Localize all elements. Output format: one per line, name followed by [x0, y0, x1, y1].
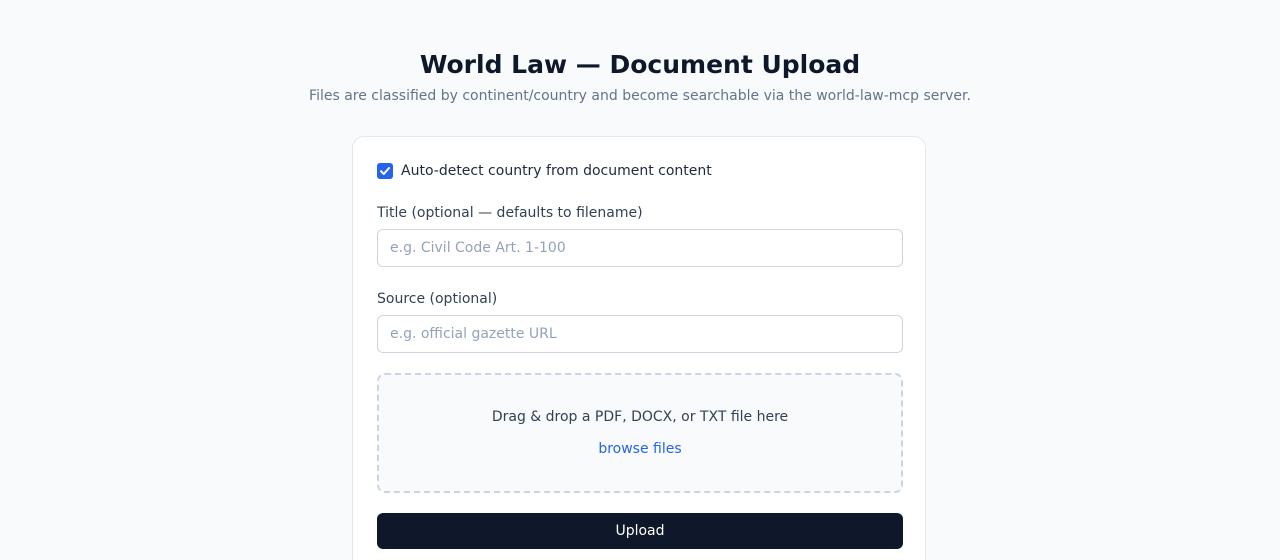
file-dropzone[interactable]: Drag & drop a PDF, DOCX, or TXT file her…	[377, 373, 903, 493]
source-input[interactable]	[377, 315, 903, 353]
dropzone-text: Drag & drop a PDF, DOCX, or TXT file her…	[491, 409, 789, 425]
checkmark-icon	[380, 167, 390, 175]
upload-button[interactable]: Upload	[377, 513, 903, 549]
title-input[interactable]	[377, 229, 903, 267]
source-field-label: Source (optional)	[377, 291, 498, 307]
auto-detect-row[interactable]: Auto-detect country from document conten…	[377, 163, 712, 179]
title-field-label: Title (optional — defaults to filename)	[377, 205, 643, 221]
upload-page: World Law — Document Upload Files are cl…	[0, 0, 1280, 560]
page-title: World Law — Document Upload	[419, 50, 861, 79]
auto-detect-label: Auto-detect country from document conten…	[401, 163, 712, 179]
page-subtitle: Files are classified by continent/countr…	[309, 88, 971, 104]
auto-detect-checkbox[interactable]	[377, 163, 393, 179]
upload-form-card: Auto-detect country from document conten…	[352, 136, 926, 560]
page-header: World Law — Document Upload Files are cl…	[0, 48, 1280, 106]
browse-files-link[interactable]: browse files	[379, 441, 901, 457]
